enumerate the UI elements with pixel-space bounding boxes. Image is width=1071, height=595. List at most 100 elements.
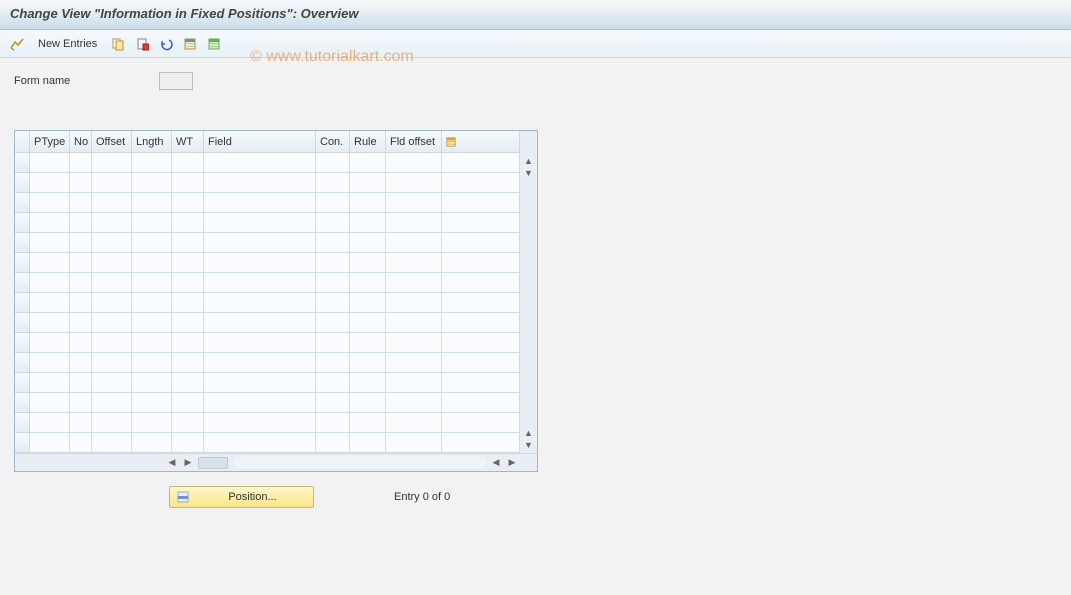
deselect-all-icon[interactable] [205, 35, 223, 53]
scroll-up-small-icon[interactable]: ▲ [523, 427, 535, 439]
cell-no[interactable] [70, 413, 92, 433]
cell-rule[interactable] [350, 293, 386, 313]
cell-con[interactable] [316, 173, 350, 193]
cell-con[interactable] [316, 253, 350, 273]
cell-con[interactable] [316, 313, 350, 333]
col-lngth[interactable]: Lngth [132, 131, 172, 152]
cell-no[interactable] [70, 253, 92, 273]
cell-field[interactable] [204, 433, 316, 453]
cell-wt[interactable] [172, 413, 204, 433]
cell-con[interactable] [316, 353, 350, 373]
cell-lngth[interactable] [132, 153, 172, 173]
col-wt[interactable]: WT [172, 131, 204, 152]
cell-lngth[interactable] [132, 313, 172, 333]
col-fld-offset[interactable]: Fld offset [386, 131, 442, 152]
cell-field[interactable] [204, 373, 316, 393]
col-field[interactable]: Field [204, 131, 316, 152]
cell-fld_offset[interactable] [386, 393, 442, 413]
cell-con[interactable] [316, 213, 350, 233]
cell-lngth[interactable] [132, 273, 172, 293]
cell-field[interactable] [204, 313, 316, 333]
copy-icon[interactable] [109, 35, 127, 53]
cell-rule[interactable] [350, 233, 386, 253]
cell-ptype[interactable] [30, 353, 70, 373]
cell-ptype[interactable] [30, 173, 70, 193]
cell-lngth[interactable] [132, 373, 172, 393]
hscroll-left-icon[interactable]: ◀ [165, 456, 179, 470]
cell-con[interactable] [316, 373, 350, 393]
cell-ptype[interactable] [30, 313, 70, 333]
cell-wt[interactable] [172, 433, 204, 453]
cell-ptype[interactable] [30, 293, 70, 313]
cell-con[interactable] [316, 393, 350, 413]
cell-ptype[interactable] [30, 193, 70, 213]
row-selector[interactable] [15, 393, 30, 413]
cell-no[interactable] [70, 373, 92, 393]
undo-icon[interactable] [157, 35, 175, 53]
cell-rule[interactable] [350, 393, 386, 413]
cell-offset[interactable] [92, 313, 132, 333]
cell-ptype[interactable] [30, 213, 70, 233]
scroll-down-small-icon[interactable]: ▼ [523, 167, 535, 179]
cell-ptype[interactable] [30, 233, 70, 253]
cell-no[interactable] [70, 393, 92, 413]
cell-rule[interactable] [350, 273, 386, 293]
cell-con[interactable] [316, 433, 350, 453]
cell-no[interactable] [70, 153, 92, 173]
cell-con[interactable] [316, 413, 350, 433]
cell-no[interactable] [70, 193, 92, 213]
col-no[interactable]: No [70, 131, 92, 152]
cell-no[interactable] [70, 353, 92, 373]
cell-rule[interactable] [350, 333, 386, 353]
cell-field[interactable] [204, 333, 316, 353]
form-name-input[interactable] [159, 72, 193, 90]
cell-con[interactable] [316, 273, 350, 293]
cell-offset[interactable] [92, 293, 132, 313]
cell-con[interactable] [316, 333, 350, 353]
horizontal-scrollbar[interactable]: ◀ ▶ ◀ ▶ [15, 453, 537, 471]
cell-wt[interactable] [172, 173, 204, 193]
row-selector[interactable] [15, 253, 30, 273]
cell-field[interactable] [204, 213, 316, 233]
cell-lngth[interactable] [132, 213, 172, 233]
cell-rule[interactable] [350, 353, 386, 373]
cell-no[interactable] [70, 313, 92, 333]
row-selector[interactable] [15, 153, 30, 173]
cell-field[interactable] [204, 293, 316, 313]
hscroll-right-icon[interactable]: ▶ [181, 456, 195, 470]
row-selector[interactable] [15, 333, 30, 353]
cell-field[interactable] [204, 413, 316, 433]
cell-fld_offset[interactable] [386, 333, 442, 353]
scroll-up-icon[interactable]: ▲ [523, 155, 535, 167]
cell-wt[interactable] [172, 393, 204, 413]
cell-lngth[interactable] [132, 233, 172, 253]
cell-lngth[interactable] [132, 393, 172, 413]
cell-wt[interactable] [172, 333, 204, 353]
cell-wt[interactable] [172, 293, 204, 313]
cell-no[interactable] [70, 213, 92, 233]
scroll-down-icon[interactable]: ▼ [523, 439, 535, 451]
cell-lngth[interactable] [132, 173, 172, 193]
delete-icon[interactable] [133, 35, 151, 53]
cell-ptype[interactable] [30, 393, 70, 413]
cell-ptype[interactable] [30, 253, 70, 273]
col-con[interactable]: Con. [316, 131, 350, 152]
cell-rule[interactable] [350, 373, 386, 393]
cell-offset[interactable] [92, 433, 132, 453]
select-all-icon[interactable] [181, 35, 199, 53]
cell-field[interactable] [204, 253, 316, 273]
cell-ptype[interactable] [30, 373, 70, 393]
cell-field[interactable] [204, 273, 316, 293]
cell-no[interactable] [70, 273, 92, 293]
cell-lngth[interactable] [132, 193, 172, 213]
cell-offset[interactable] [92, 373, 132, 393]
new-entries-button[interactable]: New Entries [32, 36, 103, 52]
cell-offset[interactable] [92, 213, 132, 233]
row-selector[interactable] [15, 233, 30, 253]
cell-no[interactable] [70, 293, 92, 313]
cell-lngth[interactable] [132, 253, 172, 273]
cell-ptype[interactable] [30, 333, 70, 353]
cell-wt[interactable] [172, 273, 204, 293]
cell-fld_offset[interactable] [386, 213, 442, 233]
cell-fld_offset[interactable] [386, 313, 442, 333]
